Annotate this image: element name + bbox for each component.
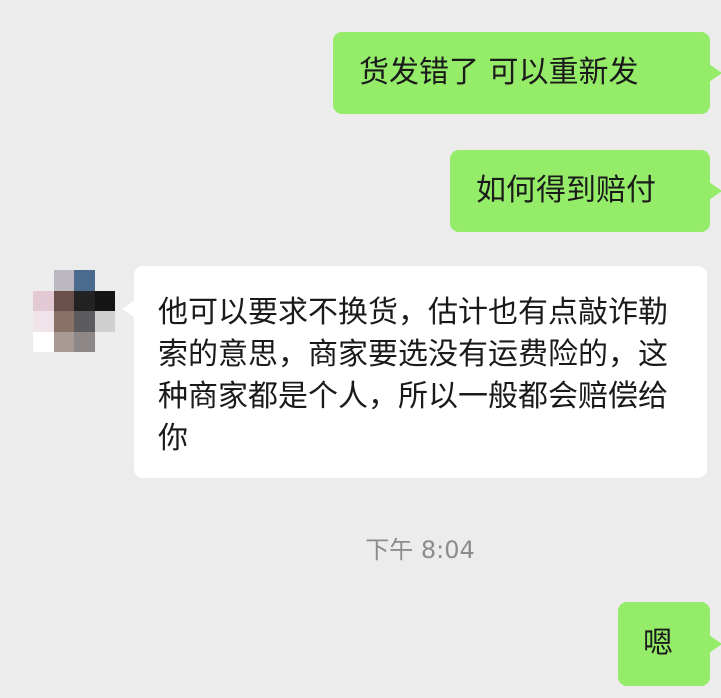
- message-text: 他可以要求不换货，估计也有点敲诈勒索的意思，商家要选没有运费险的，这种商家都是个…: [158, 295, 668, 456]
- chat-area: 货发错了 可以重新发 如何得到赔付 他可以要求不换货，估计也有点敲诈勒索的意思，…: [0, 0, 721, 698]
- message-bubble-received[interactable]: 他可以要求不换货，估计也有点敲诈勒索的意思，商家要选没有运费险的，这种商家都是个…: [122, 266, 707, 478]
- message-bubble-sent[interactable]: 嗯: [618, 602, 721, 686]
- message-timestamp: 下午 8:04: [365, 536, 475, 564]
- message-text: 货发错了 可以重新发: [359, 55, 639, 90]
- contact-avatar[interactable]: [33, 270, 115, 352]
- message-bubble-sent[interactable]: 如何得到赔付: [450, 150, 721, 232]
- message-text: 如何得到赔付: [476, 173, 656, 208]
- message-bubble-sent[interactable]: 货发错了 可以重新发: [333, 32, 721, 114]
- message-text: 嗯: [643, 626, 673, 661]
